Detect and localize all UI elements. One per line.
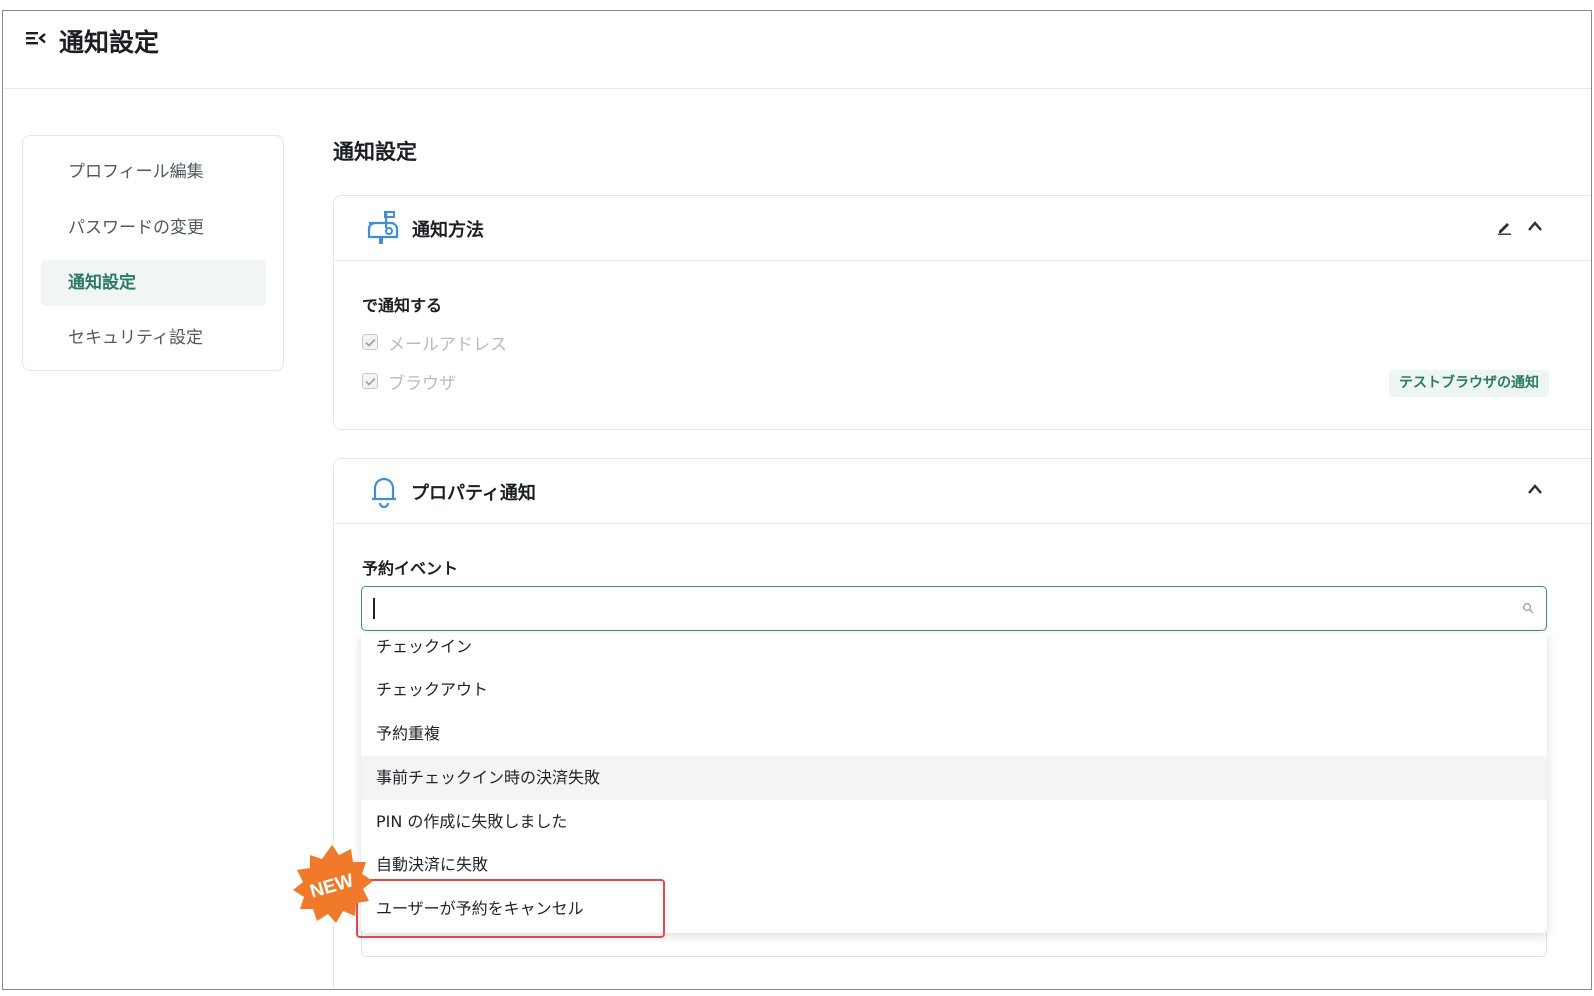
text-cursor bbox=[373, 598, 375, 619]
reservation-event-search-input[interactable] bbox=[361, 586, 1547, 631]
card-header[interactable]: 通知方法 bbox=[334, 196, 1591, 261]
card-header[interactable]: プロパティ通知 bbox=[334, 459, 1591, 524]
checkbox-row-email[interactable]: メールアドレス bbox=[362, 331, 507, 355]
dropdown-option[interactable]: 予約重複 bbox=[361, 712, 1547, 756]
check-icon bbox=[364, 377, 376, 386]
section-title: 通知設定 bbox=[333, 140, 417, 164]
dropdown-option[interactable]: チェックアウト bbox=[361, 668, 1547, 712]
browser-checkbox[interactable] bbox=[362, 373, 378, 389]
edit-icon[interactable] bbox=[1497, 220, 1512, 235]
sidebar-item-notifications[interactable]: 通知設定 bbox=[41, 260, 266, 306]
dropdown-option[interactable]: チェックイン bbox=[361, 633, 1547, 669]
menu-collapse-icon[interactable] bbox=[25, 29, 47, 47]
notify-method-title: 通知方法 bbox=[412, 220, 484, 241]
email-option-label: メールアドレス bbox=[388, 334, 507, 355]
dropdown-option[interactable]: PIN の作成に失敗しました bbox=[361, 800, 1547, 844]
sidebar-item-security[interactable]: セキュリティ設定 bbox=[41, 315, 266, 361]
reservation-event-label: 予約イベント bbox=[362, 559, 459, 578]
search-icon bbox=[1522, 602, 1534, 614]
app-window: 通知設定 プロフィール編集 パスワードの変更 通知設定 セキュリティ設定 通知設… bbox=[2, 10, 1592, 990]
property-notify-title: プロパティ通知 bbox=[411, 483, 536, 504]
check-icon bbox=[364, 338, 376, 347]
bell-icon bbox=[372, 477, 396, 508]
notify-method-card: 通知方法 で通知する メールアドレス ブラウザ テストブラウザの通知 bbox=[333, 195, 1591, 430]
settings-sidebar: プロフィール編集 パスワードの変更 通知設定 セキュリティ設定 bbox=[22, 135, 284, 371]
notify-via-label: で通知する bbox=[362, 296, 443, 315]
test-browser-notification-button[interactable]: テストブラウザの通知 bbox=[1389, 370, 1549, 397]
new-badge: NEW bbox=[293, 845, 373, 923]
email-checkbox[interactable] bbox=[362, 334, 378, 350]
top-bar: 通知設定 bbox=[3, 11, 1591, 89]
highlight-box bbox=[356, 879, 665, 938]
browser-option-label: ブラウザ bbox=[388, 373, 456, 394]
mailbox-icon bbox=[367, 211, 399, 244]
sidebar-item-password[interactable]: パスワードの変更 bbox=[41, 205, 266, 251]
dropdown-option-hovered[interactable]: 事前チェックイン時の決済失敗 bbox=[361, 756, 1547, 800]
chevron-up-icon[interactable] bbox=[1527, 220, 1543, 232]
sidebar-item-profile[interactable]: プロフィール編集 bbox=[41, 149, 266, 195]
checkbox-row-browser[interactable]: ブラウザ bbox=[362, 370, 456, 394]
chevron-up-icon[interactable] bbox=[1527, 483, 1543, 495]
page-title: 通知設定 bbox=[59, 28, 160, 57]
